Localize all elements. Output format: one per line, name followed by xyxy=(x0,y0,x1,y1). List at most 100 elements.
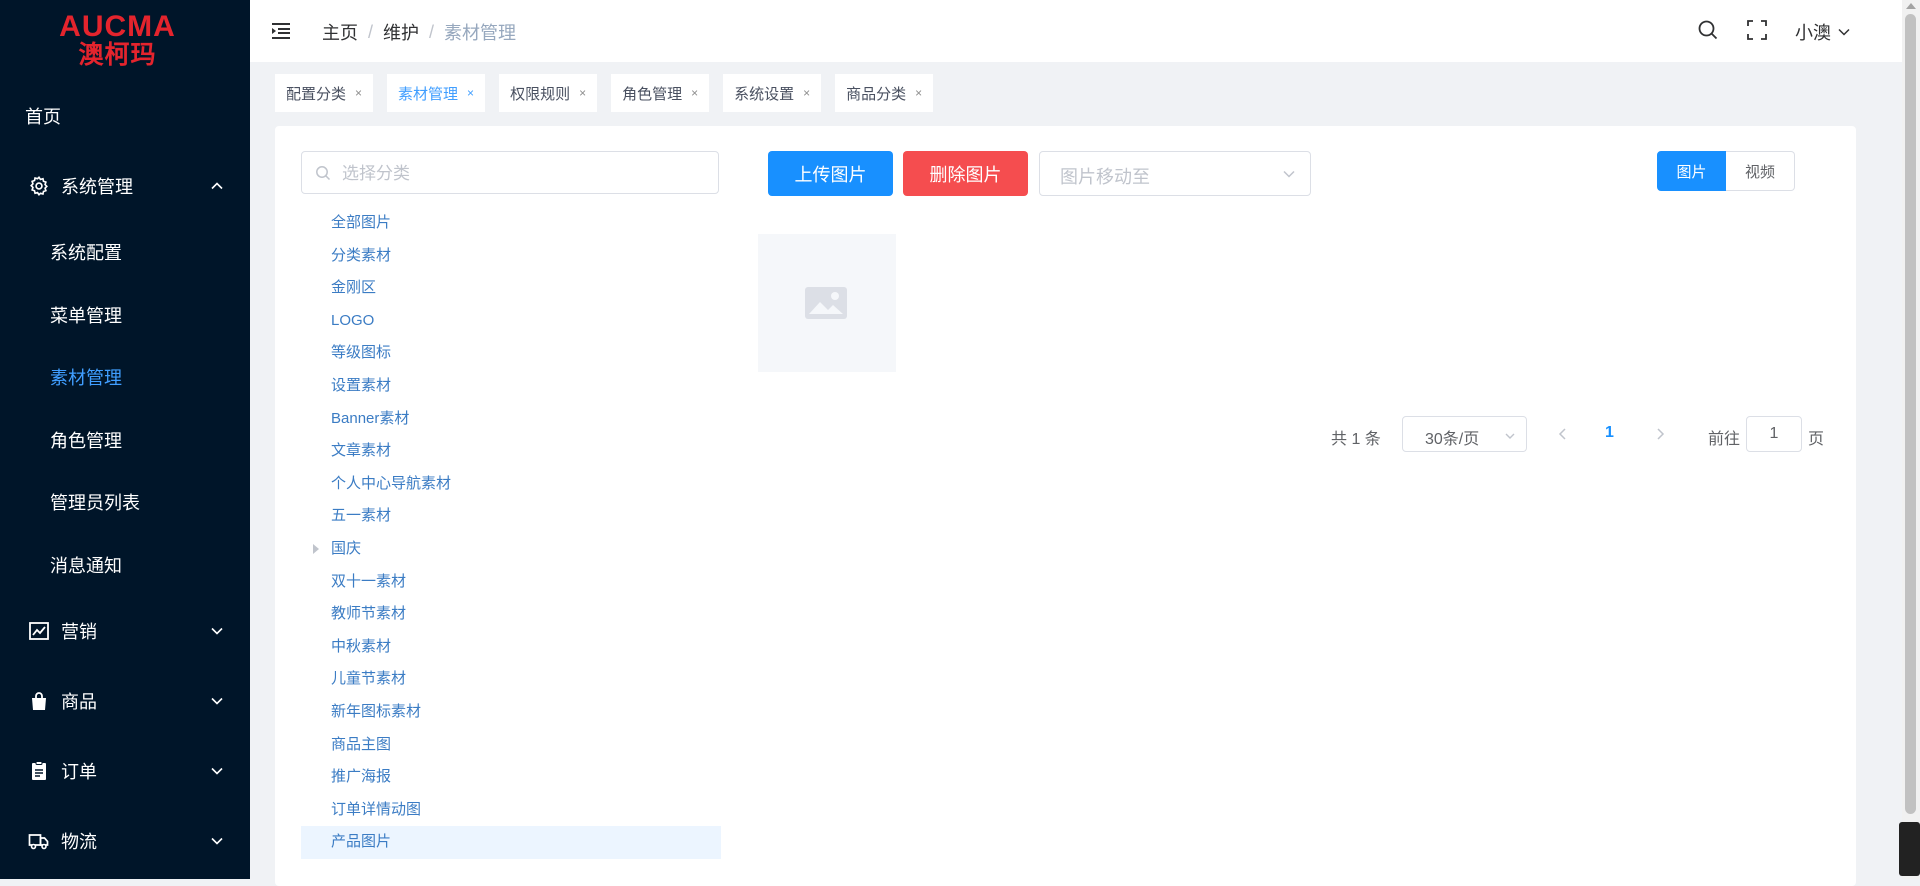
tree-node-selected[interactable]: 产品图片 xyxy=(301,826,721,859)
caret-right-icon[interactable] xyxy=(313,543,319,554)
tree-node[interactable]: 新年图标素材 xyxy=(301,696,721,729)
chevron-left-icon[interactable] xyxy=(1556,427,1570,441)
image-placeholder-icon xyxy=(805,287,847,319)
tag-permission-rules[interactable]: 权限规则 × xyxy=(499,74,598,112)
move-image-select[interactable]: 图片移动至 xyxy=(1039,151,1311,196)
close-icon[interactable]: × xyxy=(355,86,362,100)
tree-node[interactable]: 全部图片 xyxy=(301,207,721,240)
sidebar-item-marketing[interactable]: 营销 xyxy=(0,603,250,659)
user-menu[interactable]: 小澳 xyxy=(1795,19,1851,45)
tree-node[interactable]: 分类素材 xyxy=(301,240,721,273)
scrollbar-thumb[interactable] xyxy=(1905,14,1916,814)
breadcrumb-maintenance[interactable]: 维护 xyxy=(383,19,419,45)
page-jump-input[interactable] xyxy=(1746,416,1802,452)
tree-node[interactable]: 设置素材 xyxy=(301,370,721,403)
tag-label: 系统设置 xyxy=(734,85,795,103)
search-icon[interactable] xyxy=(1697,19,1719,41)
close-icon[interactable]: × xyxy=(803,86,810,100)
tree-node-label: 双十一素材 xyxy=(331,572,407,590)
pagination-goto-label: 前往 xyxy=(1708,431,1741,448)
tree-node[interactable]: 双十一素材 xyxy=(301,566,721,599)
delete-image-button[interactable]: 删除图片 xyxy=(903,151,1028,196)
sidebar-item-orders[interactable]: 订单 xyxy=(0,743,250,799)
media-type-video[interactable]: 视频 xyxy=(1726,151,1795,191)
tag-label: 商品分类 xyxy=(846,85,907,103)
sidebar-item-products[interactable]: 商品 xyxy=(0,673,250,729)
sidebar-subitem-material-management[interactable]: 素材管理 xyxy=(0,349,250,405)
tag-system-settings[interactable]: 系统设置 × xyxy=(723,74,822,112)
truck-icon xyxy=(28,830,50,852)
upload-image-button[interactable]: 上传图片 xyxy=(768,151,893,196)
tree-node[interactable]: 教师节素材 xyxy=(301,598,721,631)
tree-node[interactable]: 国庆 xyxy=(301,533,721,566)
media-type-toggle: 图片 视频 xyxy=(1657,151,1795,191)
tree-node[interactable]: 中秋素材 xyxy=(301,631,721,664)
breadcrumb: 主页 / 维护 / 素材管理 xyxy=(322,19,516,45)
tree-node[interactable]: 金刚区 xyxy=(301,272,721,305)
close-icon[interactable]: × xyxy=(579,86,586,100)
sidebar-subitem-label: 系统配置 xyxy=(50,243,122,263)
floating-widget[interactable] xyxy=(1899,822,1920,876)
sidebar-subitem-label: 管理员列表 xyxy=(50,493,140,513)
sidebar-subitem-menu-management[interactable]: 菜单管理 xyxy=(0,287,250,343)
tag-product-category[interactable]: 商品分类 × xyxy=(835,74,934,112)
tree-node-label: 儿童节素材 xyxy=(331,670,407,688)
tag-label: 素材管理 xyxy=(398,85,459,103)
sidebar-item-system[interactable]: 系统管理 xyxy=(0,158,250,214)
close-icon[interactable]: × xyxy=(691,86,698,100)
breadcrumb-home[interactable]: 主页 xyxy=(322,19,358,45)
move-image-placeholder: 图片移动至 xyxy=(1060,167,1150,187)
sidebar-item-home[interactable]: 首页 xyxy=(0,88,250,144)
tree-node[interactable]: 订单详情动图 xyxy=(301,794,721,827)
scroll-up-arrow-icon[interactable] xyxy=(1906,3,1916,9)
chart-icon xyxy=(28,620,50,642)
sidebar-subitem-system-config[interactable]: 系统配置 xyxy=(0,224,250,280)
tree-node[interactable]: 商品主图 xyxy=(301,729,721,762)
tree-node-label: 国庆 xyxy=(331,539,362,557)
category-search-input[interactable] xyxy=(340,152,704,195)
sidebar-subitem-notifications[interactable]: 消息通知 xyxy=(0,537,250,593)
sidebar-subitem-label: 素材管理 xyxy=(50,368,122,388)
tag-role-management[interactable]: 角色管理 × xyxy=(611,74,710,112)
tree-node[interactable]: 儿童节素材 xyxy=(301,663,721,696)
tree-node-label: 分类素材 xyxy=(331,246,392,264)
chevron-right-icon[interactable] xyxy=(1653,427,1667,441)
sidebar-subitem-label: 消息通知 xyxy=(50,556,122,576)
sidebar-item-label: 商品 xyxy=(61,692,97,712)
page-size-value: 30条/页 xyxy=(1425,431,1480,448)
shopping-bag-icon xyxy=(28,690,50,712)
close-icon[interactable]: × xyxy=(467,86,474,100)
chevron-up-icon xyxy=(210,179,224,193)
pagination: 共 1 条 30条/页 1 前往 页 xyxy=(275,416,1856,456)
sidebar-item-label: 物流 xyxy=(61,832,97,852)
tree-node[interactable]: 推广海报 xyxy=(301,761,721,794)
tag-config-category[interactable]: 配置分类 × xyxy=(275,74,374,112)
tree-node-label: 全部图片 xyxy=(331,214,392,231)
media-type-image[interactable]: 图片 xyxy=(1657,151,1726,191)
tree-node-label: 设置素材 xyxy=(331,376,392,394)
category-tree: 全部图片 分类素材 金刚区 LOGO 等级图标 设置素材 Banner素材 文章… xyxy=(301,207,721,859)
tree-node[interactable]: 等级图标 xyxy=(301,337,721,370)
menu-fold-icon[interactable] xyxy=(270,20,292,42)
image-thumbnail[interactable] xyxy=(758,234,896,372)
tag-label: 角色管理 xyxy=(622,85,683,103)
page-number-current[interactable]: 1 xyxy=(1605,424,1614,442)
tree-node[interactable]: 五一素材 xyxy=(301,500,721,533)
tree-node[interactable]: LOGO xyxy=(301,305,721,338)
close-icon[interactable]: × xyxy=(915,86,922,100)
tag-material-management[interactable]: 素材管理 × xyxy=(387,74,486,112)
page-size-select[interactable]: 30条/页 xyxy=(1402,416,1527,452)
sidebar-subitem-admin-list[interactable]: 管理员列表 xyxy=(0,474,250,530)
tree-node[interactable]: 个人中心导航素材 xyxy=(301,468,721,501)
category-search[interactable] xyxy=(301,151,719,195)
gear-icon xyxy=(28,175,50,197)
fullscreen-icon[interactable] xyxy=(1746,19,1768,41)
sidebar-item-logistics[interactable]: 物流 xyxy=(0,813,250,869)
tree-node-label: 产品图片 xyxy=(331,833,392,851)
chevron-down-icon xyxy=(210,624,224,638)
chevron-down-icon xyxy=(210,764,224,778)
tree-node-label: 五一素材 xyxy=(331,507,392,525)
user-name: 小澳 xyxy=(1795,23,1831,43)
sidebar-subitem-role-management[interactable]: 角色管理 xyxy=(0,412,250,468)
chevron-down-icon xyxy=(1505,433,1515,439)
